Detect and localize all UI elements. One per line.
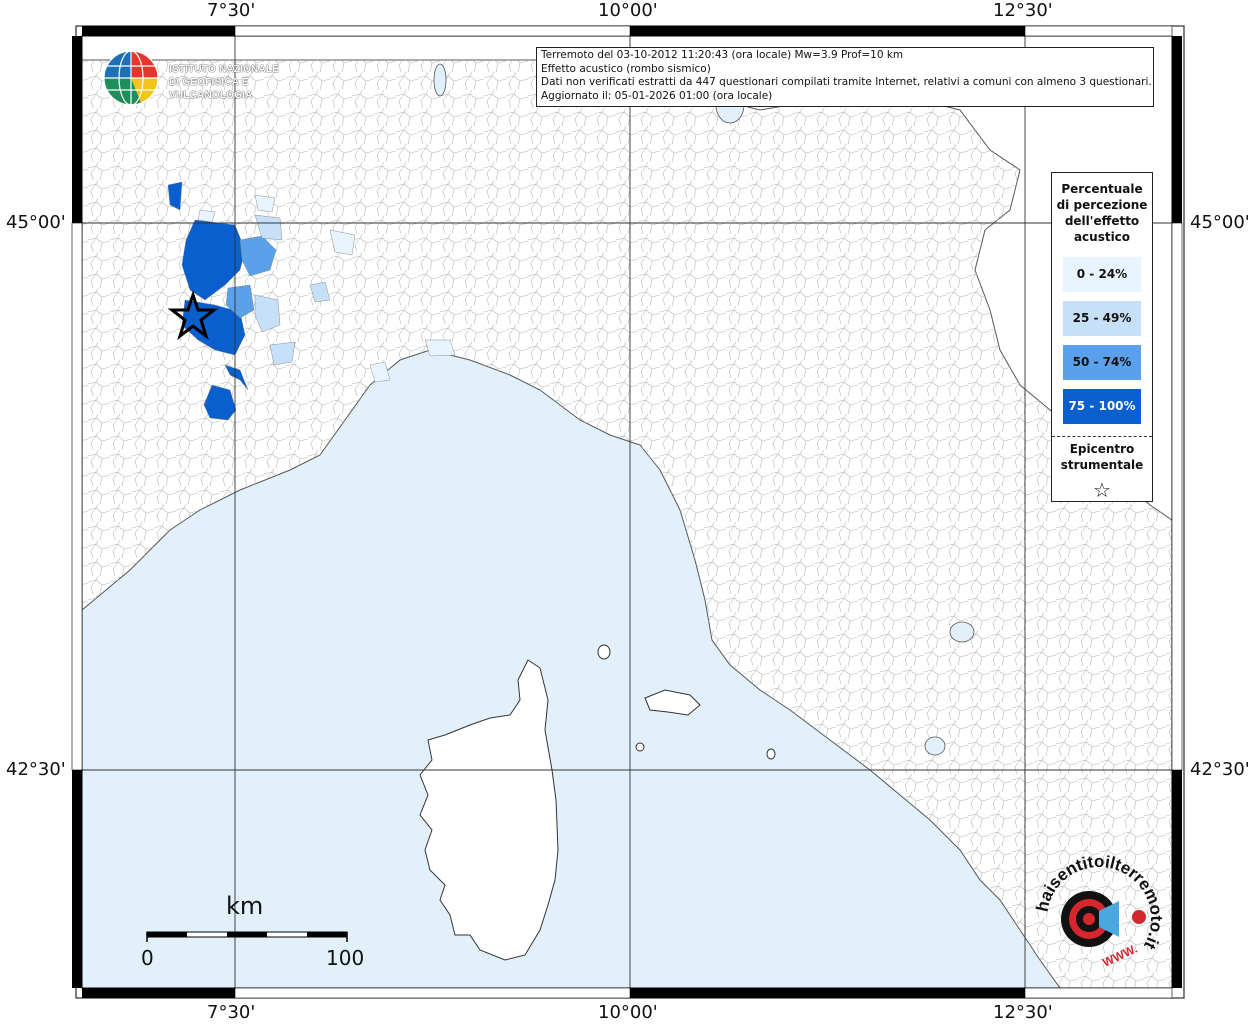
- top-tick-label: 12°30': [993, 0, 1053, 21]
- ingv-line-1: ISTITUTO NAZIONALE: [169, 64, 280, 75]
- legend-class-50-74: 50 - 74%: [1063, 345, 1141, 380]
- giglio-island: [766, 748, 776, 760]
- montecristo-island: [635, 742, 645, 752]
- haisentito-logo[interactable]: haisentitoilterremoto.it WWW.: [1033, 852, 1167, 983]
- bottom-tick-label: 12°30': [993, 1002, 1053, 1023]
- legend-title-line: acustico: [1073, 230, 1131, 244]
- legend-star-icon: ☆: [1093, 478, 1111, 502]
- legend-title: Percentuale di percezione dell'effetto a…: [1052, 181, 1152, 245]
- legend-title-line: dell'effetto: [1064, 214, 1140, 228]
- capraia-island: [597, 644, 611, 660]
- ingv-line-2: DI GEOFISICA E VULCANOLOGIA: [169, 77, 253, 101]
- event-title: Terremoto del 03-10-2012 11:20:43 (ora l…: [541, 49, 904, 61]
- ingv-globe-icon: [103, 50, 159, 106]
- legend: Percentuale di percezione dell'effetto a…: [1051, 172, 1153, 502]
- legend-title-line: di percezione: [1056, 198, 1148, 212]
- top-tick-label: 7°30': [207, 0, 256, 21]
- scale-unit: km: [226, 892, 264, 920]
- top-tick-label: 10°00': [598, 0, 658, 21]
- lake-maggiore: [433, 63, 447, 97]
- lake-bolsena: [924, 736, 946, 756]
- legend-epicenter-line: strumentale: [1060, 458, 1144, 472]
- event-updated: Aggiornato il: 05-01-2026 01:00 (ora loc…: [541, 89, 773, 102]
- event-effect: Effetto acustico (rombo sismico): [541, 62, 711, 75]
- earthquake-ear-icon: haisentitoilterremoto.it WWW.: [1033, 852, 1167, 970]
- legend-class-0-24: 0 - 24%: [1063, 257, 1141, 292]
- left-tick-label: 42°30': [6, 759, 66, 780]
- bottom-tick-label: 7°30': [207, 1002, 256, 1023]
- ingv-logo: ISTITUTO NAZIONALE DI GEOFISICA E VULCAN…: [101, 48, 311, 108]
- ingv-text: ISTITUTO NAZIONALE DI GEOFISICA E VULCAN…: [169, 63, 311, 102]
- left-tick-label: 45°00': [6, 212, 66, 233]
- right-tick-label: 42°30': [1190, 759, 1250, 780]
- legend-separator: [1052, 436, 1152, 437]
- lake-trasimeno: [949, 621, 975, 643]
- legend-epicenter-line: Epicentro: [1069, 442, 1135, 456]
- scale-min: 0: [141, 946, 154, 970]
- right-tick-label: 45°00': [1190, 212, 1250, 233]
- event-info-box: Terremoto del 03-10-2012 11:20:43 (ora l…: [536, 47, 1154, 107]
- haisentito-www: WWW.: [1100, 942, 1139, 970]
- event-data-note: Dati non verificati estratti da 447 ques…: [541, 76, 1152, 88]
- legend-epicenter-label: Epicentro strumentale: [1052, 441, 1152, 473]
- scale-max: 100: [326, 946, 365, 970]
- legend-class-25-49: 25 - 49%: [1063, 301, 1141, 336]
- legend-title-line: Percentuale: [1061, 182, 1143, 196]
- bottom-tick-label: 10°00': [598, 1002, 658, 1023]
- legend-class-75-100: 75 - 100%: [1063, 389, 1141, 424]
